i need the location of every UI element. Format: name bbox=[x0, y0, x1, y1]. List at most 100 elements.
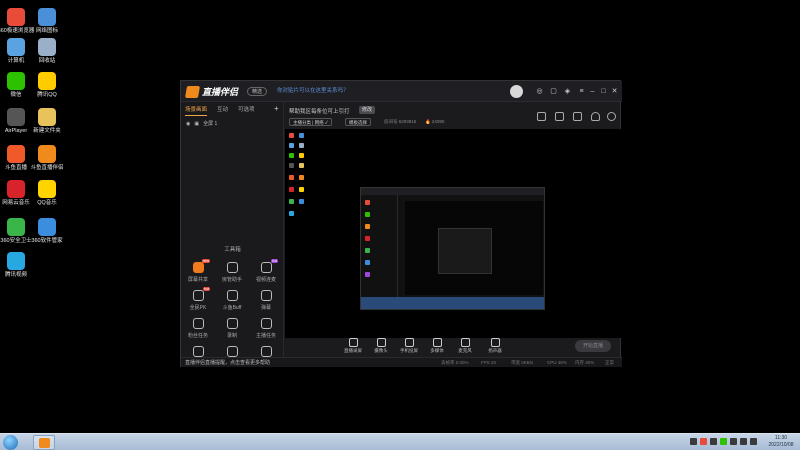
add-tab-icon[interactable]: + bbox=[274, 104, 279, 113]
share-icon[interactable] bbox=[607, 112, 616, 121]
media-icon bbox=[432, 338, 442, 347]
control-label: 手机投屏 bbox=[400, 348, 418, 353]
app-icon bbox=[38, 72, 56, 90]
gift-icon[interactable] bbox=[573, 112, 582, 121]
status-bar: 直播伴侣直播提醒，点击查看更多帮助 丢帧率 0.00% FPS 20 带宽 0KB/… bbox=[181, 357, 622, 367]
tool-item[interactable]: 弹幕 bbox=[249, 290, 283, 311]
desktop-icon[interactable]: 网络图标 bbox=[22, 8, 72, 35]
message-icon[interactable]: ◎ bbox=[535, 87, 544, 96]
close-icon[interactable]: ✕ bbox=[610, 87, 619, 96]
tool-item[interactable]: 房管助手 bbox=[215, 262, 249, 283]
clock[interactable]: 11:30 2022/10/08 bbox=[764, 435, 798, 449]
edit-title-button[interactable]: 修改 bbox=[359, 106, 376, 114]
control-media[interactable]: 多媒体 bbox=[423, 338, 451, 354]
tool-icon bbox=[226, 290, 238, 301]
desktop-icon[interactable]: 斗鱼直播伴侣 bbox=[22, 145, 72, 172]
desktop-icon[interactable]: 腾讯视频 bbox=[0, 252, 41, 279]
desktop-icon[interactable]: 回收站 bbox=[22, 38, 72, 65]
preview-desktop-icon bbox=[289, 187, 294, 192]
category-button[interactable]: 主播分类 | 网络 ✓ bbox=[289, 118, 332, 126]
start-live-button[interactable]: 开始直播 bbox=[575, 340, 611, 352]
tool-item[interactable]: hot 全民PK bbox=[181, 287, 215, 311]
control-camera[interactable]: 摄像头 bbox=[367, 338, 395, 354]
tab-options[interactable]: 可选项 bbox=[238, 105, 255, 113]
desktop: 360极速浏览器 网络图标 计算机 回收站 微信 腾讯QQ AirPlayer 新建文件夹 斗鱼… bbox=[0, 0, 800, 433]
eye-icon[interactable]: ◉ bbox=[186, 121, 190, 127]
tray-icon[interactable] bbox=[720, 438, 727, 445]
room-number: 房间号 5293815 bbox=[384, 119, 417, 124]
desktop-icon[interactable]: QQ音乐 bbox=[22, 180, 72, 207]
lock-icon[interactable]: ▣ bbox=[194, 121, 199, 127]
desktop-icon[interactable]: 360软件管家 bbox=[22, 218, 72, 245]
tray-icon[interactable] bbox=[710, 438, 717, 445]
template-button[interactable]: 模板选择 bbox=[345, 118, 371, 126]
stream-info: 帮助我区每条位可上引打 修改 主播分类 | 网络 ✓ 模板选择 房间号 5293… bbox=[285, 102, 621, 129]
desktop-icon[interactable]: 腾讯QQ bbox=[22, 72, 72, 99]
skin-icon[interactable]: ◈ bbox=[563, 87, 572, 96]
speaker-icon bbox=[490, 338, 500, 347]
control-phone[interactable]: 手机投屏 bbox=[395, 338, 423, 354]
scene-item[interactable]: ◉ ▣ 全屏 1 bbox=[181, 120, 283, 128]
menu-icon[interactable]: ≡ bbox=[577, 87, 586, 96]
minimize-icon[interactable]: – bbox=[588, 87, 597, 96]
notice-link[interactable]: 你对贴片可以在这里关系吗？ bbox=[277, 87, 349, 96]
tool-item[interactable]: hot 视频连麦 bbox=[249, 259, 283, 283]
tool-label: 斗鱼Buff bbox=[222, 305, 242, 311]
control-speaker[interactable]: 扬声器 bbox=[481, 338, 509, 354]
control-label: 直播录屏 bbox=[344, 348, 362, 353]
maximize-icon[interactable]: □ bbox=[599, 87, 608, 96]
tool-item[interactable]: 粉丝任务 bbox=[181, 318, 215, 339]
nested-canvas bbox=[405, 201, 543, 295]
control-mic[interactable]: 麦克风 bbox=[451, 338, 479, 354]
preview-canvas[interactable] bbox=[285, 129, 621, 338]
tool-label: 弹幕 bbox=[260, 305, 271, 311]
start-icon[interactable] bbox=[3, 435, 18, 450]
control-label: 多媒体 bbox=[430, 348, 444, 353]
logo-icon bbox=[184, 85, 201, 98]
nested-titlebar bbox=[361, 188, 544, 195]
volume-icon[interactable] bbox=[740, 438, 747, 445]
clock-date: 2022/10/08 bbox=[768, 442, 794, 448]
avatar[interactable] bbox=[510, 85, 523, 98]
status-notice[interactable]: 直播伴侣直播提醒，点击查看更多帮助 bbox=[185, 359, 270, 366]
tray-icon[interactable] bbox=[690, 438, 697, 445]
screen-icon bbox=[348, 338, 358, 347]
desktop-icon-label: 360软件管家 bbox=[31, 238, 63, 244]
nested-icon bbox=[365, 224, 370, 229]
preview-desktop-icon bbox=[289, 143, 294, 148]
nested-icon bbox=[365, 272, 370, 277]
desktop-icon[interactable]: 新建文件夹 bbox=[22, 108, 72, 135]
tool-item[interactable]: 斗鱼Buff bbox=[215, 290, 249, 311]
tool-icon bbox=[260, 262, 272, 273]
status-item: CPU 46% bbox=[547, 360, 567, 365]
record-icon[interactable] bbox=[537, 112, 546, 121]
tab-scenes[interactable]: 场景画面 bbox=[185, 105, 208, 116]
camera-icon bbox=[376, 338, 386, 347]
preview-desktop-icon bbox=[289, 153, 294, 158]
tool-item[interactable]: new 屏幕共享 bbox=[181, 259, 215, 283]
network-icon[interactable] bbox=[730, 438, 737, 445]
bell-icon[interactable] bbox=[591, 112, 600, 121]
status-item: 带宽 0KB/s bbox=[511, 360, 534, 365]
settings-icon[interactable] bbox=[555, 112, 564, 121]
tool-icon bbox=[226, 318, 238, 329]
taskbar-app-douyu[interactable] bbox=[33, 435, 55, 450]
desktop-icon-label: 腾讯视频 bbox=[4, 272, 27, 278]
nested-preview-window bbox=[360, 187, 545, 310]
tool-item[interactable]: 主播任务 bbox=[249, 318, 283, 339]
control-screen[interactable]: 直播录屏 bbox=[339, 338, 367, 354]
tool-item[interactable]: 录制 bbox=[215, 318, 249, 339]
desktop-icon-label: 斗鱼直播伴侣 bbox=[30, 165, 64, 171]
stream-title[interactable]: 帮助我区每条位可上引打 bbox=[289, 107, 350, 115]
mail-icon[interactable]: ▢ bbox=[549, 87, 558, 96]
version-pill[interactable]: 精选 bbox=[247, 87, 268, 96]
tool-icon bbox=[260, 290, 272, 301]
preview-desktop-icon bbox=[299, 187, 304, 192]
tray-icon[interactable] bbox=[700, 438, 707, 445]
battery-icon[interactable] bbox=[750, 438, 757, 445]
tool-icon bbox=[192, 290, 204, 301]
tool-badge: hot bbox=[271, 259, 278, 263]
tool-icon bbox=[192, 346, 204, 357]
tool-icon bbox=[260, 318, 272, 329]
tab-interact[interactable]: 互动 bbox=[217, 105, 228, 113]
